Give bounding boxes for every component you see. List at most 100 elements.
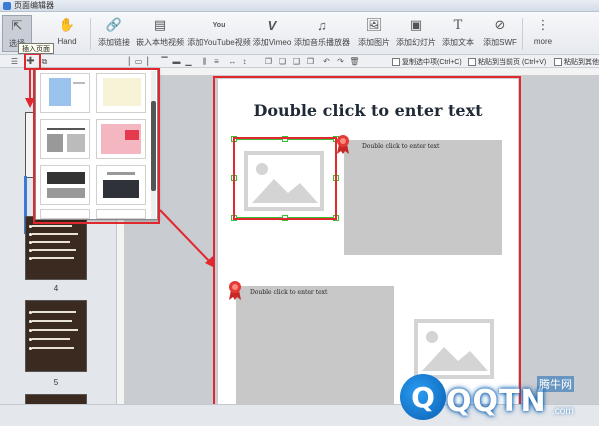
line xyxy=(32,233,78,235)
distribute-h-icon[interactable]: ⫼ xyxy=(200,57,209,66)
add-image-button[interactable]: 🖼 添加图片 xyxy=(356,15,392,52)
horizontal-ruler xyxy=(125,68,599,76)
align-bottom-icon[interactable]: ▁ xyxy=(184,57,193,66)
more-label: more xyxy=(533,37,553,46)
template-preview-block xyxy=(103,180,139,198)
template-option[interactable] xyxy=(40,119,90,159)
app-window: 页面编辑器 ⇱ 选择 ✋ Hand 🔗 添加链接 ▤ 嵌入本地视频 You 添加… xyxy=(0,0,599,426)
text-box-bottom[interactable]: Double click to enter text xyxy=(236,286,394,405)
list-view-icon[interactable]: ☰ xyxy=(10,57,19,66)
selection-outline xyxy=(234,139,336,218)
copy-page-icon[interactable]: ⧉ xyxy=(40,57,49,66)
hand-tool-button[interactable]: ✋ Hand xyxy=(52,15,82,52)
template-option[interactable] xyxy=(96,119,146,159)
send-backward-icon[interactable]: ❑ xyxy=(292,57,301,66)
add-text-label: 添加文本 xyxy=(442,38,474,47)
slideshow-icon: ▣ xyxy=(409,17,423,32)
paste-other-button[interactable]: 粘贴到其他 xyxy=(554,56,599,67)
paste-current-button[interactable]: 粘贴到当前页 (Ctrl+V) xyxy=(468,56,546,67)
template-preview-block xyxy=(49,78,71,106)
page-thumbnail-5[interactable] xyxy=(25,300,87,372)
template-option[interactable] xyxy=(96,73,146,113)
text-box-top[interactable]: Double click to enter text xyxy=(344,140,502,255)
template-preview-line xyxy=(73,82,85,84)
template-option[interactable] xyxy=(96,165,146,205)
music-note-icon: ♫ xyxy=(317,17,327,33)
line xyxy=(32,225,72,227)
text-t-icon: T xyxy=(453,17,463,33)
distribute-v-icon[interactable]: ≡ xyxy=(212,57,221,66)
add-text-button[interactable]: T 添加文本 xyxy=(440,15,476,52)
title-bar: 页面编辑器 xyxy=(0,0,599,12)
window-title: 页面编辑器 xyxy=(14,1,54,10)
line xyxy=(32,347,74,349)
swf-icon: ⊘ xyxy=(494,17,506,32)
delete-icon[interactable]: 🗑 xyxy=(349,57,359,66)
add-image-label: 添加图片 xyxy=(358,38,390,47)
page-thumbnail-4[interactable] xyxy=(25,216,87,280)
add-youtube-button[interactable]: You 添加YouTube视频 xyxy=(187,15,250,52)
embed-local-video-label: 嵌入本地视频 xyxy=(136,38,184,47)
insert-page-tooltip: 插入页面 xyxy=(18,43,54,54)
align-middle-icon[interactable]: ▬ xyxy=(172,57,181,66)
more-button[interactable]: ⋮ more xyxy=(528,15,558,52)
template-preview-block xyxy=(103,78,141,106)
popup-scrollbar[interactable] xyxy=(151,71,156,219)
add-vimeo-button[interactable]: V 添加Vimeo xyxy=(252,15,292,52)
line xyxy=(32,241,70,243)
resize-handle[interactable] xyxy=(231,175,237,181)
line xyxy=(32,338,70,340)
line xyxy=(32,257,74,259)
template-option[interactable] xyxy=(40,209,90,219)
align-left-icon[interactable]: ▕ xyxy=(122,57,131,66)
toolbar-divider xyxy=(90,18,91,50)
watermark-cn: 腾牛网 xyxy=(537,376,574,392)
line xyxy=(32,311,76,313)
align-center-icon[interactable]: ▭ xyxy=(134,57,143,66)
youtube-icon: You xyxy=(212,21,226,29)
copy-icon xyxy=(392,57,400,66)
add-link-label: 添加链接 xyxy=(98,38,130,47)
resize-handle[interactable] xyxy=(333,175,339,181)
resize-handle[interactable] xyxy=(282,136,288,142)
popup-scroll-thumb[interactable] xyxy=(151,101,156,191)
line xyxy=(32,320,72,322)
embed-local-video-button[interactable]: ▤ 嵌入本地视频 xyxy=(136,15,184,52)
add-swf-button[interactable]: ⊘ 添加SWF xyxy=(482,15,518,52)
resize-handle[interactable] xyxy=(333,215,339,221)
undo-icon[interactable]: ↶ xyxy=(322,57,331,66)
align-top-icon[interactable]: ▔ xyxy=(160,57,169,66)
hand-tool-label: Hand xyxy=(57,37,77,46)
bring-forward-icon[interactable]: ❏ xyxy=(278,57,287,66)
insert-page-icon[interactable]: ✚ xyxy=(26,56,35,67)
redo-icon[interactable]: ↷ xyxy=(336,57,345,66)
secondary-toolbar: ☰ ✚ ⧉ ▕ ▭ ▏ ▔ ▬ ▁ ⫼ ≡ ↔ ↕ ❐ ❏ ❑ ❒ ↶ ↷ 🗑 … xyxy=(0,55,599,68)
align-right-icon[interactable]: ▏ xyxy=(146,57,155,66)
qqtn-watermark-logo: Q QQTN 腾牛网 .com xyxy=(392,362,599,426)
template-option[interactable] xyxy=(96,209,146,219)
link-icon: 🔗 xyxy=(105,17,123,32)
film-icon: ▤ xyxy=(153,17,167,32)
resize-handle[interactable] xyxy=(231,136,237,142)
same-width-icon[interactable]: ↔ xyxy=(228,57,237,66)
add-link-button[interactable]: 🔗 添加链接 xyxy=(94,15,134,52)
toolbar-divider xyxy=(522,18,523,50)
template-option[interactable] xyxy=(40,73,90,113)
template-option[interactable] xyxy=(40,165,90,205)
add-swf-label: 添加SWF xyxy=(483,38,517,47)
add-music-player-button[interactable]: ♫ 添加音乐播放器 xyxy=(294,15,350,52)
resize-handle[interactable] xyxy=(231,215,237,221)
resize-handle[interactable] xyxy=(282,215,288,221)
paste-current-label: 粘贴到当前页 (Ctrl+V) xyxy=(478,58,547,66)
add-slideshow-button[interactable]: ▣ 添加幻灯片 xyxy=(396,15,436,52)
select-cursor-icon: ⇱ xyxy=(11,18,23,33)
send-back-icon[interactable]: ❒ xyxy=(306,57,315,66)
page-title-text[interactable]: Double click to enter text xyxy=(218,101,518,120)
bring-front-icon[interactable]: ❐ xyxy=(264,57,273,66)
same-height-icon[interactable]: ↕ xyxy=(240,57,249,66)
template-picker-popup xyxy=(35,68,158,220)
text-box-top-caption: Double click to enter text xyxy=(362,143,440,150)
copy-selected-button[interactable]: 复制选中项(Ctrl+C) xyxy=(392,56,462,67)
page-canvas[interactable]: Double click to enter text Double click … xyxy=(218,79,518,405)
copy-selected-label: 复制选中项(Ctrl+C) xyxy=(402,58,462,66)
